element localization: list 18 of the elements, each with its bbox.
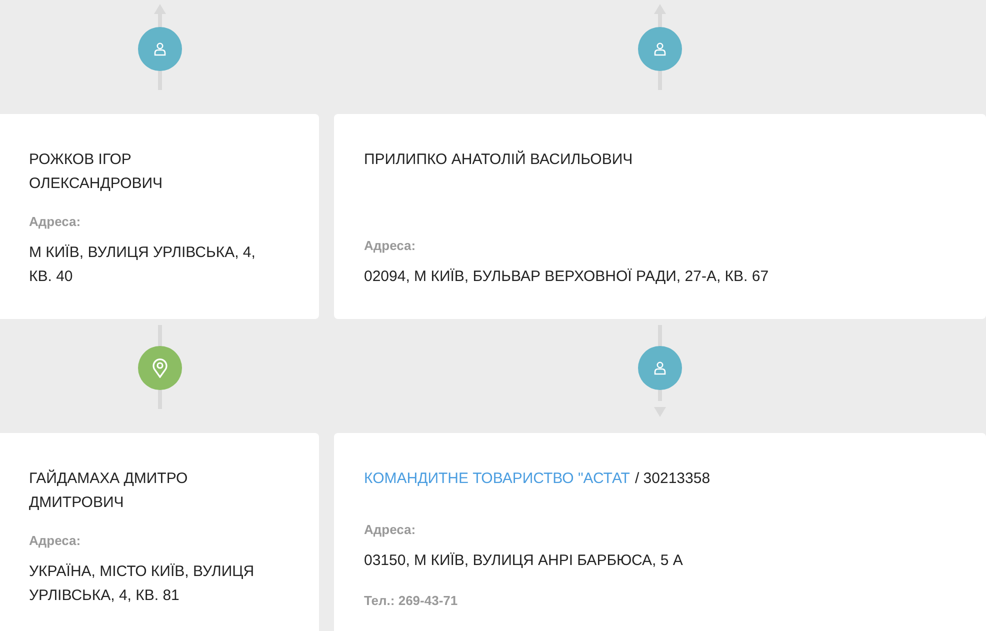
company-code: / 30213358: [634, 469, 710, 489]
address-label: Адреса:: [364, 522, 417, 537]
company-link[interactable]: КОМАНДИТНЕ ТОВАРИСТВО "АСТАТ: [364, 467, 630, 504]
person-icon: [653, 361, 667, 375]
address-label: Адреса:: [29, 214, 82, 229]
address-text: М КИЇВ, ВУЛИЦЯ УРЛІВСЬКА, 4, КВ. 40: [29, 243, 256, 287]
person-name: ГАЙДАМАХА ДМИТРО ДМИТРОВИЧ: [29, 468, 189, 513]
address-label: Адреса:: [29, 533, 82, 548]
address-text: 03150, М КИЇВ, ВУЛИЦЯ АНРІ БАРБЮСА, 5 А: [364, 551, 684, 571]
address-label: Адреса:: [364, 238, 417, 253]
person-icon: [152, 42, 166, 56]
person-icon: [653, 42, 667, 56]
person-name: РОЖКОВ ІГОР ОЛЕКСАНДРОВИЧ: [29, 150, 164, 194]
address-text: 02094, М КИЇВ, БУЛЬВАР ВЕРХОВНОЇ РАДИ, 27-А, КВ. 67: [364, 267, 770, 287]
location-pin-icon: [152, 358, 168, 378]
address-text: УКРАЇНА, МІСТО КИЇВ, ВУЛИЦЯ УРЛІВСЬКА, 4, КВ. 81: [29, 562, 256, 606]
phone-text: Тел.: 269-43-71: [364, 593, 459, 608]
person-name: ПРИЛИПКО АНАТОЛІЙ ВАСИЛЬОВИЧ: [364, 150, 634, 170]
